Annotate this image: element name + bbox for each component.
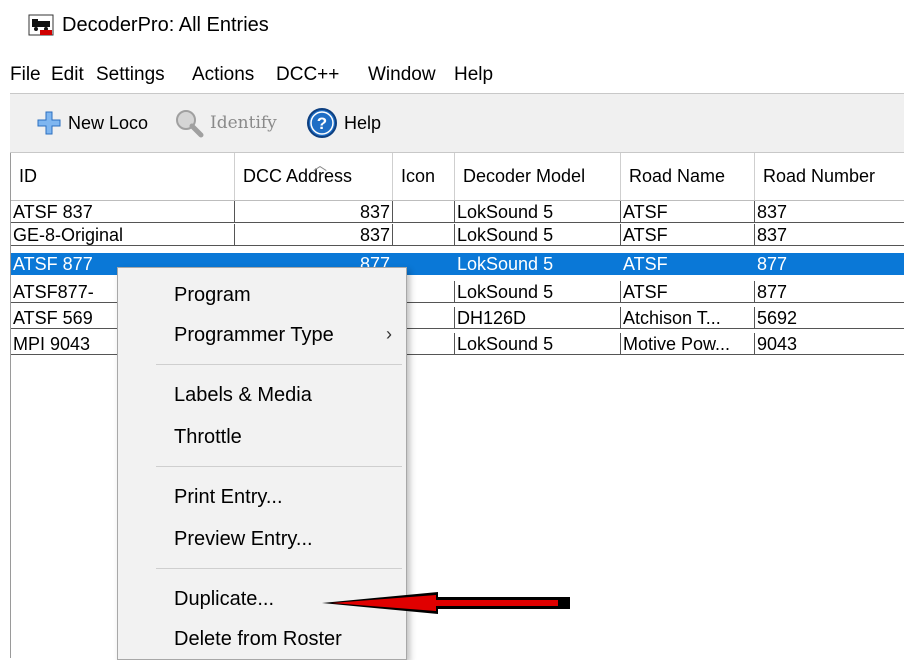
cell-road-number: 837 — [755, 201, 904, 223]
column-header-icon[interactable]: Icon — [393, 153, 455, 200]
table-row[interactable]: ATSF 837 837 LokSound 5 ATSF 837 — [11, 201, 904, 223]
window-title: DecoderPro: All Entries — [62, 14, 269, 36]
cell-icon — [393, 201, 455, 223]
cell-road-number: 837 — [755, 224, 904, 246]
cell-decoder-model: LokSound 5 — [455, 201, 621, 223]
cell-road-name: Motive Pow... — [621, 333, 755, 355]
column-header-road-name[interactable]: Road Name — [621, 153, 755, 200]
cell-decoder-model: LokSound 5 — [455, 333, 621, 355]
cell-icon — [393, 224, 455, 246]
cell-dcc-address: 837 — [235, 201, 393, 223]
cell-decoder-model: DH126D — [455, 307, 621, 329]
cell-road-name: ATSF — [621, 201, 755, 223]
help-label: Help — [344, 112, 382, 133]
chevron-right-icon: › — [386, 324, 392, 344]
cell-decoder-model: LokSound 5 — [455, 224, 621, 246]
red-arrow-annotation — [322, 592, 570, 614]
cell-road-number: 9043 — [755, 333, 904, 355]
menu-item-print-entry[interactable]: Print Entry... — [174, 486, 283, 509]
cell-road-name: ATSF — [621, 253, 755, 275]
cell-road-number: 5692 — [755, 307, 904, 329]
new-loco-button[interactable]: New Loco — [36, 106, 148, 140]
menu-item-duplicate[interactable]: Duplicate... — [174, 588, 274, 611]
menu-item-labels-media[interactable]: Labels & Media — [174, 384, 312, 407]
menu-item-preview-entry[interactable]: Preview Entry... — [174, 528, 313, 551]
cell-road-name: ATSF — [621, 224, 755, 246]
column-header-road-number[interactable]: Road Number — [755, 153, 904, 200]
menu-actions[interactable]: Actions — [192, 64, 254, 86]
cell-decoder-model: LokSound 5 — [455, 253, 621, 275]
menu-dccpp[interactable]: DCC++ — [276, 64, 339, 86]
menu-separator — [156, 364, 402, 365]
menu-item-throttle[interactable]: Throttle — [174, 426, 242, 449]
cell-decoder-model: LokSound 5 — [455, 281, 621, 303]
toolbar: New Loco Identify ? Help — [10, 93, 904, 153]
cell-road-name: ATSF — [621, 281, 755, 303]
cell-dcc-address: 837 — [235, 224, 393, 246]
menu-bar: File Edit Settings Actions DCC++ Window … — [0, 58, 904, 90]
table-row[interactable]: GE-8-Original 837 LokSound 5 ATSF 837 — [11, 224, 904, 246]
cell-road-number: 877 — [755, 281, 904, 303]
menu-settings[interactable]: Settings — [96, 64, 165, 86]
identify-label: Identify — [210, 113, 277, 133]
menu-separator — [156, 568, 402, 569]
menu-item-delete-from-roster[interactable]: Delete from Roster — [174, 628, 342, 651]
table-header: ID DCC Address ︿ Icon Decoder Model Road… — [11, 153, 904, 201]
column-header-decoder-model[interactable]: Decoder Model — [455, 153, 621, 200]
menu-window[interactable]: Window — [368, 64, 436, 86]
title-bar: DecoderPro: All Entries — [0, 0, 904, 52]
new-loco-label: New Loco — [68, 112, 149, 133]
menu-help[interactable]: Help — [454, 64, 493, 86]
cell-road-name: Atchison T... — [621, 307, 755, 329]
sort-caret-icon: ︿ — [313, 157, 327, 173]
menu-edit[interactable]: Edit — [51, 64, 84, 86]
menu-file[interactable]: File — [10, 64, 41, 86]
jmri-train-icon — [28, 14, 54, 36]
help-icon: ? — [307, 108, 337, 138]
cell-id: GE-8-Original — [11, 224, 235, 246]
menu-separator — [156, 466, 402, 467]
menu-item-programmer-type[interactable]: Programmer Type — [174, 324, 334, 347]
plus-icon — [37, 111, 61, 135]
svg-text:?: ? — [317, 114, 327, 133]
cell-id: ATSF 837 — [11, 201, 235, 223]
cell-road-number: 877 — [755, 253, 904, 275]
column-header-id[interactable]: ID — [11, 153, 235, 200]
identify-button[interactable]: Identify — [174, 106, 277, 140]
help-button[interactable]: ? Help — [306, 106, 381, 140]
menu-item-program[interactable]: Program — [174, 284, 251, 307]
magnifier-icon — [176, 110, 204, 138]
